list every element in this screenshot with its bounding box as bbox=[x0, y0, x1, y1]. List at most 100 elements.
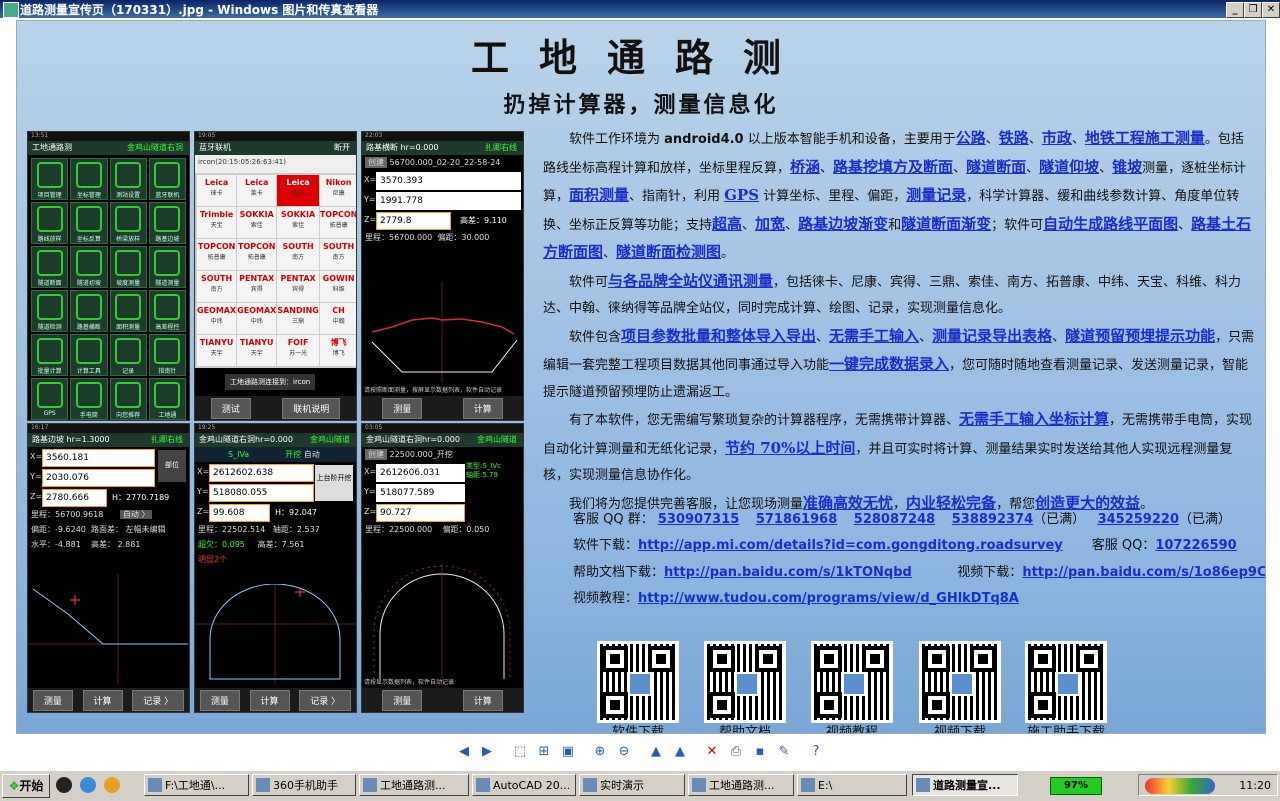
brand-name: SOUTH bbox=[282, 242, 314, 251]
toast: 工地通路测连接到：ircon bbox=[225, 374, 316, 390]
highlight-text: 隧道断面 bbox=[966, 157, 1027, 176]
highlight-text: 路基边坡渐变 bbox=[798, 214, 889, 233]
qr-label: 视频教程 bbox=[825, 725, 878, 734]
media-icon[interactable] bbox=[104, 777, 120, 793]
print-icon[interactable]: ⎙ bbox=[727, 743, 745, 761]
description-paragraph: 有了本软件，您无需编写繁琐复杂的计算器程序，无需携带计算器、无需手工输入坐标计算… bbox=[543, 406, 1255, 490]
menu-item: 路基边坡 bbox=[148, 202, 186, 244]
qr-finder bbox=[709, 646, 735, 672]
menu-item: 坐标反算 bbox=[70, 202, 108, 244]
taskbar-task[interactable]: 道路测量宣... bbox=[912, 774, 1018, 796]
qr-code bbox=[597, 641, 679, 723]
clock: 11:20 bbox=[1239, 779, 1271, 792]
body-text: 、 bbox=[785, 217, 799, 233]
menu-item-icon bbox=[75, 338, 102, 364]
measure-button: 测量 bbox=[382, 397, 423, 419]
phone-screen-tunnel: 19:25 金鸡山隧道右洞hr=0.000 金鸡山隧道 S_IVa 开挖 自动 X=… bbox=[194, 423, 357, 713]
actual-size-icon[interactable]: ⊞ bbox=[535, 743, 553, 761]
slideshow-icon[interactable]: ▣ bbox=[559, 743, 577, 761]
taskbar-task[interactable]: F:\工地通\... bbox=[144, 774, 249, 796]
body-text: 、 bbox=[1026, 160, 1040, 176]
browser-icon[interactable] bbox=[80, 777, 96, 793]
qr-code bbox=[811, 641, 893, 723]
zoom-out-icon[interactable]: ⊖ bbox=[615, 743, 633, 761]
task-app-icon bbox=[476, 778, 490, 792]
menu-item: 隧道初坡 bbox=[70, 246, 108, 288]
taskbar-task[interactable]: 工地通路测... bbox=[359, 774, 469, 796]
close-button[interactable]: ✕ bbox=[1262, 2, 1280, 18]
menu-item-icon bbox=[115, 338, 142, 364]
window-title-bar[interactable]: 道路测量宣传页（170331）.jpg - Windows 图片和传真查看器 _… bbox=[0, 0, 1280, 18]
brand-name: SOKKIA bbox=[239, 210, 274, 219]
menu-item: GPS bbox=[31, 378, 69, 420]
h-value: H：92.047 bbox=[275, 508, 318, 517]
taskbar-task[interactable]: AutoCAD 20... bbox=[472, 774, 576, 796]
highlight-text: 面积测量 bbox=[569, 186, 630, 204]
brand-cn-name: 苏一光 bbox=[289, 350, 308, 357]
menu-item-icon bbox=[36, 294, 63, 320]
taskbar-task[interactable]: 工地通路测... bbox=[688, 774, 794, 796]
phone-header: 路基边坡 hr=1.3000 扎卿右线 bbox=[28, 433, 189, 447]
highlight-text: 市政 bbox=[1041, 129, 1072, 147]
help-icon[interactable]: ? bbox=[807, 743, 825, 761]
phone-button: 测量 bbox=[32, 689, 73, 711]
edit-icon[interactable]: ✎ bbox=[775, 743, 793, 761]
save-icon[interactable]: ▪ bbox=[751, 743, 769, 761]
brand-tile: SANDING 三鼎 bbox=[277, 303, 319, 334]
best-fit-icon[interactable]: ⬚ bbox=[511, 743, 529, 761]
battery-indicator: 97% bbox=[1050, 777, 1102, 795]
rotate-cw-icon[interactable]: ▲ bbox=[647, 743, 665, 761]
brand-name: Trimble bbox=[199, 210, 234, 219]
brand-tile: GEOMAX 中纬 bbox=[237, 303, 277, 334]
body-text: 以上版本智能手机和设备，主要用于 bbox=[743, 132, 956, 147]
highlight-text: 铁路 bbox=[998, 129, 1029, 147]
brand-tile: FOIF 苏一光 bbox=[277, 335, 319, 366]
brand-tile: 博飞 博飞 bbox=[319, 335, 356, 366]
menu-item-label: 路基横断 bbox=[76, 324, 101, 331]
menu-item-label: 隧道检测 bbox=[37, 324, 62, 331]
highlight-text: 隧道断面检测图 bbox=[616, 243, 722, 261]
x-field: 3560.181 bbox=[42, 449, 155, 467]
body-text: ；软件可 bbox=[991, 217, 1044, 233]
next-icon[interactable]: ▶ bbox=[478, 743, 496, 761]
menu-item: 桥梁放样 bbox=[109, 202, 147, 244]
cross-section-plot bbox=[371, 282, 518, 382]
z-field: 90.727 bbox=[376, 504, 465, 522]
qr-finder bbox=[1076, 646, 1102, 672]
minimize-button[interactable]: _ bbox=[1226, 2, 1244, 18]
start-button[interactable]: ❖开始 bbox=[2, 774, 50, 798]
zoom-in-icon[interactable]: ⊕ bbox=[591, 743, 609, 761]
body-text: 有了本软件，您无需编写繁琐复杂的计算器程序，无需携带计算器、 bbox=[569, 413, 960, 428]
body-text: 、 bbox=[742, 217, 756, 233]
taskbar-task[interactable]: 实时演示 bbox=[579, 774, 685, 796]
highlight-text: 超高 bbox=[712, 214, 743, 233]
previous-icon[interactable]: ◀ bbox=[455, 743, 473, 761]
brand-name: TIANYU bbox=[239, 338, 274, 347]
body-text: 、指南针，利用 bbox=[629, 189, 725, 204]
body-text: 和 bbox=[888, 217, 902, 233]
poster-title: 工地通路测 bbox=[470, 35, 811, 80]
x-field: 3570.393 bbox=[376, 172, 521, 190]
qq-icon[interactable] bbox=[56, 777, 72, 793]
tray-icons[interactable] bbox=[1145, 778, 1215, 794]
taskbar-task[interactable]: E:\ bbox=[797, 774, 907, 796]
qr-logo bbox=[1056, 672, 1080, 696]
image-viewport[interactable]: 工地通路测 扔掉计算器，测量信息化 13:51 工地通路测 金鸡山隧道右洞 项目管… bbox=[0, 18, 1280, 740]
delete-icon[interactable]: ✕ bbox=[703, 743, 721, 761]
phone-screen-cross-section: 22:03 路基横断 hr=0.000 扎卿右线 创建 56700.000_02-… bbox=[361, 131, 524, 421]
brand-tile: TOPCON 拓普康 bbox=[197, 239, 237, 270]
restore-button[interactable]: ❐ bbox=[1244, 2, 1262, 18]
brand-name: SANDING bbox=[277, 306, 319, 315]
poster-subtitle: 扔掉计算器，测量信息化 bbox=[503, 92, 779, 118]
taskbar-task[interactable]: 360手机助手 bbox=[252, 774, 356, 796]
brand-tile: CH 中翰 bbox=[319, 303, 356, 334]
brand-cn-name: 拓普康 bbox=[329, 222, 348, 229]
brand-name: TOPCON bbox=[237, 242, 276, 251]
rotate-ccw-icon[interactable]: ▲ bbox=[671, 743, 689, 761]
menu-item: 测站设置 bbox=[109, 158, 147, 200]
qr-finder bbox=[924, 646, 950, 672]
record-name: 创建 22500.000_开挖 bbox=[362, 447, 523, 462]
qr-logo bbox=[735, 672, 759, 696]
body-text: 、 bbox=[603, 246, 617, 261]
brand-name: FOIF bbox=[287, 338, 309, 347]
